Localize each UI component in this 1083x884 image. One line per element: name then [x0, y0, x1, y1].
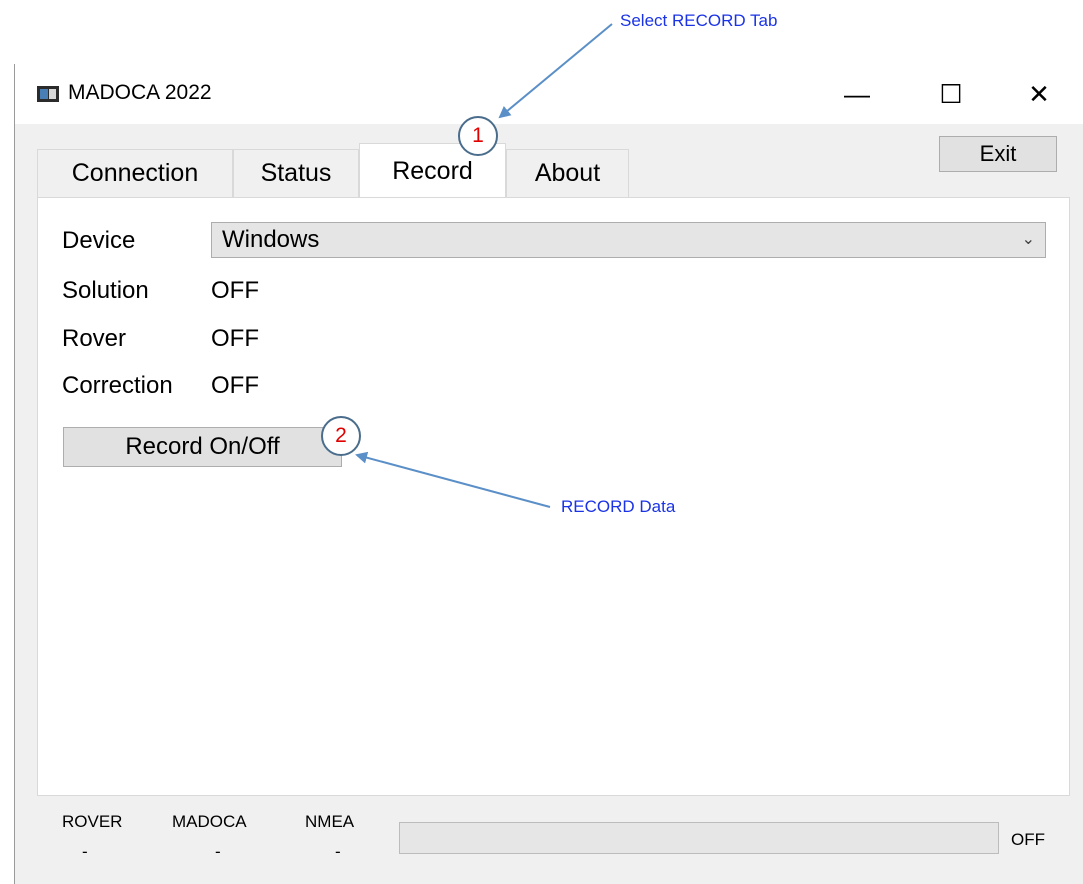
close-button[interactable]: ✕	[1014, 74, 1064, 114]
rover-label: Rover	[62, 325, 127, 352]
step-2-marker: 2	[321, 416, 361, 456]
record-data-note: RECORD Data	[561, 497, 676, 516]
correction-label: Correction	[62, 372, 173, 399]
app-icon	[37, 86, 59, 102]
title-bar: MADOCA 2022 — ☐ ✕	[15, 64, 1083, 124]
nmea-status-label: NMEA	[305, 812, 355, 831]
rover-status-value: -	[82, 842, 88, 861]
exit-button[interactable]: Exit	[939, 136, 1057, 172]
solution-value: OFF	[211, 277, 259, 304]
step-1-marker: 1	[458, 116, 498, 156]
tab-connection[interactable]: Connection	[37, 149, 233, 197]
madoca-window: MADOCA 2022 — ☐ ✕ Connection Status Reco…	[14, 64, 1083, 884]
madoca-status-label: MADOCA	[172, 812, 247, 831]
record-toggle-button[interactable]: Record On/Off	[63, 427, 342, 467]
solution-label: Solution	[62, 277, 149, 304]
device-label: Device	[62, 227, 136, 254]
minimize-button[interactable]: —	[832, 74, 882, 114]
record-panel: Device Windows ⌄ Solution OFF Rover OFF …	[37, 197, 1070, 796]
tab-about[interactable]: About	[506, 149, 629, 197]
window-title: MADOCA 2022	[68, 81, 212, 104]
chevron-down-icon: ⌄	[1021, 231, 1035, 248]
device-select[interactable]: Windows ⌄	[211, 222, 1046, 258]
maximize-button[interactable]: ☐	[926, 74, 976, 114]
madoca-status-value: -	[215, 842, 221, 861]
tab-status[interactable]: Status	[233, 149, 359, 197]
rover-value: OFF	[211, 325, 259, 352]
correction-value: OFF	[211, 372, 259, 399]
select-record-tab-note: Select RECORD Tab	[620, 11, 778, 30]
record-state-label: OFF	[1011, 830, 1045, 849]
nmea-status-value: -	[335, 842, 341, 861]
record-progress-bar	[399, 822, 999, 854]
device-select-value: Windows	[222, 226, 320, 253]
rover-status-label: ROVER	[62, 812, 123, 831]
